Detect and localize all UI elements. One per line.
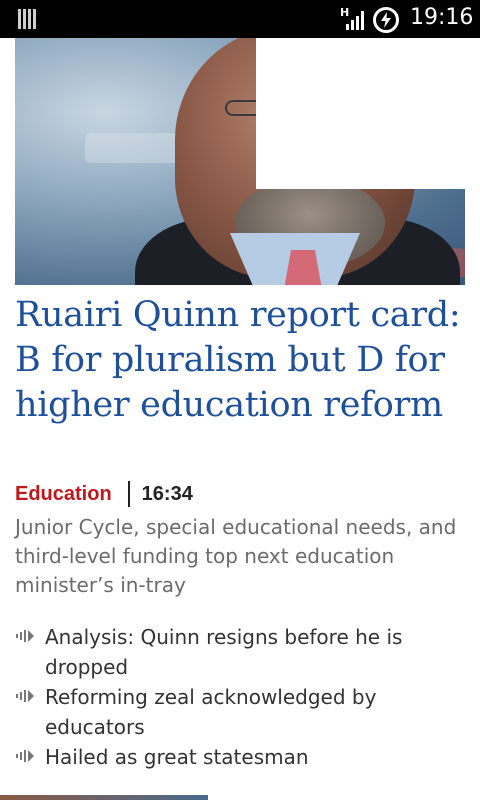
- article-meta: Education 16:34: [15, 480, 193, 508]
- article-standfirst: Junior Cycle, special educational needs,…: [15, 515, 457, 597]
- signal-icon: H: [340, 6, 366, 30]
- audio-wave-icon: [16, 690, 34, 702]
- related-links: Analysis: Quinn resigns before he is dro…: [15, 622, 470, 772]
- publish-time: 16:34: [141, 482, 193, 505]
- related-link-item[interactable]: Reforming zeal acknowledged by educators: [15, 682, 470, 742]
- clock: 19:16: [410, 5, 474, 30]
- related-link-label: Hailed as great statesman: [45, 745, 309, 769]
- section-link[interactable]: Education: [15, 483, 112, 506]
- audio-wave-icon: [16, 630, 34, 642]
- battery-charging-icon: [373, 7, 399, 33]
- notification-icon: [18, 9, 36, 29]
- related-link-label: Reforming zeal acknowledged by educators: [45, 685, 377, 739]
- status-bar: H 19:16: [0, 0, 480, 38]
- meta-divider: [127, 481, 130, 507]
- related-link-item[interactable]: Hailed as great statesman: [15, 742, 470, 772]
- related-link-item[interactable]: Analysis: Quinn resigns before he is dro…: [15, 622, 470, 682]
- article-headline[interactable]: Ruairi Quinn report card: B for pluralis…: [15, 293, 470, 428]
- article-hero-image[interactable]: [15, 38, 465, 285]
- related-link-label: Analysis: Quinn resigns before he is dro…: [45, 625, 403, 679]
- audio-wave-icon: [16, 750, 34, 762]
- next-article-thumbnail[interactable]: [0, 795, 208, 800]
